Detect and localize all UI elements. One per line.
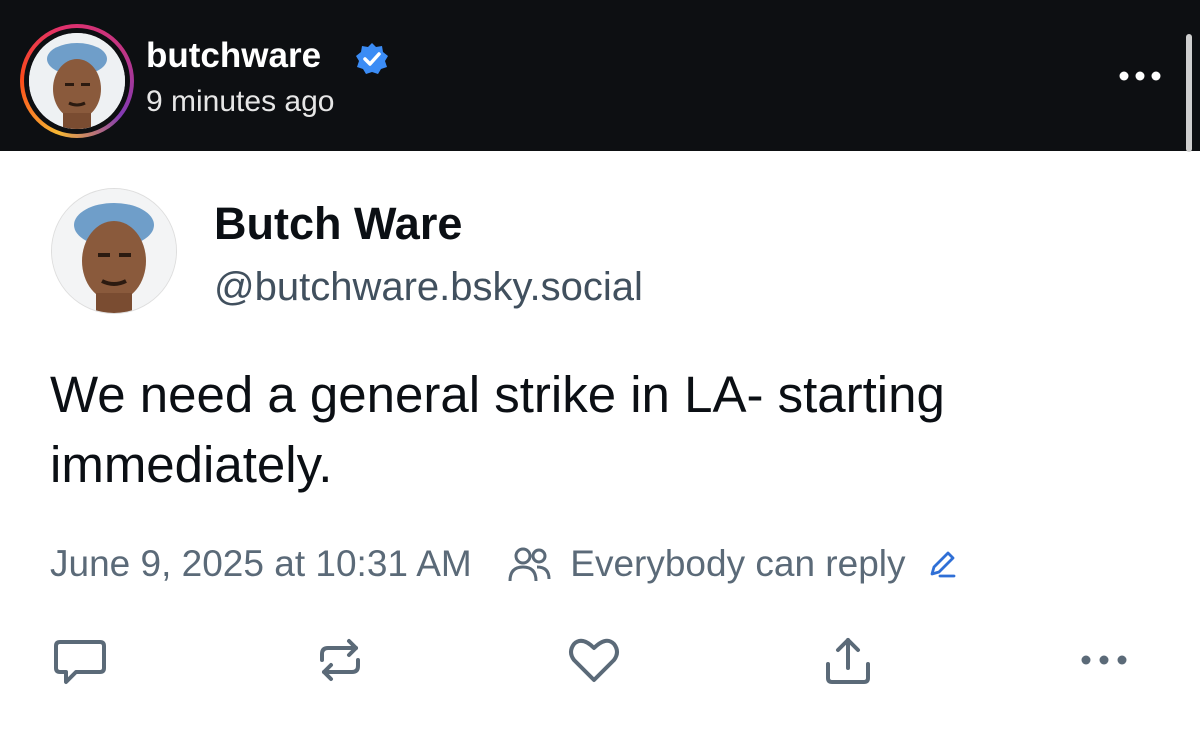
more-horizontal-icon[interactable] (1076, 632, 1132, 688)
author-avatar[interactable] (52, 189, 176, 313)
comment-icon[interactable] (52, 632, 108, 688)
reply-setting[interactable]: Everybody can reply (570, 543, 905, 584)
repost-icon[interactable] (312, 632, 368, 688)
story-avatar-ring[interactable] (20, 24, 134, 138)
scrollbar[interactable] (1186, 34, 1192, 152)
share-icon[interactable] (820, 632, 876, 688)
verified-badge-icon (356, 43, 388, 74)
story-timestamp: 9 minutes ago (146, 85, 335, 118)
avatar (29, 33, 125, 129)
story-username[interactable]: butchware (146, 36, 321, 76)
pencil-icon[interactable] (926, 548, 958, 580)
more-horizontal-icon[interactable] (1110, 58, 1170, 94)
author-display-name[interactable]: Butch Ware (214, 198, 462, 250)
post-meta: June 9, 2025 at 10:31 AM Everybody can r… (50, 538, 1150, 586)
story-header: butchware 9 minutes ago (0, 0, 1200, 151)
author-avatar-image (52, 189, 176, 313)
author-handle[interactable]: @butchware.bsky.social (214, 263, 643, 311)
heart-icon[interactable] (566, 632, 622, 688)
post-timestamp[interactable]: June 9, 2025 at 10:31 AM (50, 543, 472, 584)
avatar-image (29, 33, 125, 129)
post-text: We need a general strike in LA- starting… (50, 366, 945, 493)
people-icon (508, 547, 551, 582)
